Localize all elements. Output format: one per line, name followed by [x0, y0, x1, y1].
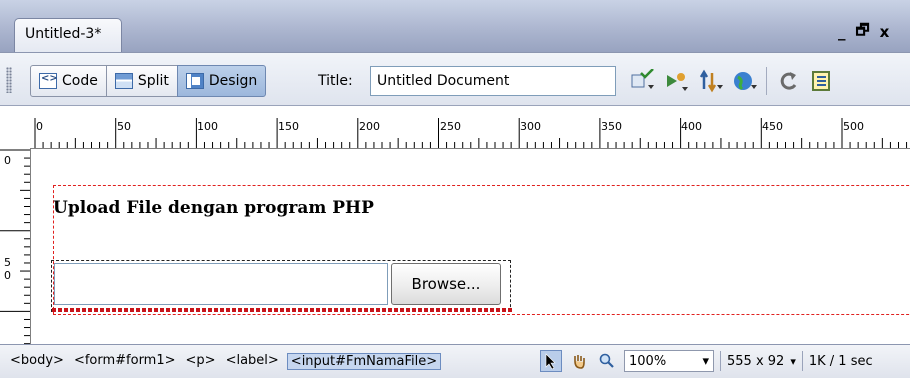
document-title-input[interactable] — [370, 66, 616, 96]
view-options-icon[interactable] — [805, 65, 839, 97]
status-bar: <body> <form#form1> <p> <label> <input#F… — [0, 344, 910, 378]
input-underline — [52, 308, 512, 312]
document-tab-bar: Untitled-3* _ 🗗 x — [0, 0, 910, 52]
design-canvas[interactable]: Upload File dengan program PHP Browse... — [31, 149, 910, 344]
ruler-label: 400 — [681, 120, 702, 133]
design-view-label: Design — [208, 73, 258, 89]
preview-browser-icon[interactable] — [660, 65, 694, 97]
ruler-label: 5 — [4, 256, 11, 269]
zoom-value: 100% — [629, 353, 667, 369]
browse-button[interactable]: Browse... — [391, 263, 501, 305]
close-icon[interactable]: x — [880, 23, 890, 41]
vertical-ruler: 0 5 0 — [0, 148, 31, 344]
ruler-label: 200 — [359, 120, 380, 133]
toolbar-separator — [766, 67, 767, 95]
status-tools: 100% ▾ 555 x 92 ▾ 1K / 1 sec — [540, 350, 873, 372]
tag-label[interactable]: <label> — [224, 353, 281, 370]
toolbar-icons — [626, 65, 839, 97]
hand-tool-icon[interactable] — [568, 350, 590, 372]
title-label: Title: — [318, 73, 353, 89]
refresh-design-icon[interactable] — [694, 65, 728, 97]
ruler-label: 100 — [197, 120, 218, 133]
ruler-label: 50 — [117, 120, 131, 133]
download-time-readout: 1K / 1 sec — [808, 353, 873, 369]
ruler-label: 450 — [762, 120, 783, 133]
status-separator — [801, 351, 803, 371]
chevron-down-icon[interactable]: ▾ — [790, 355, 796, 368]
window-size-readout[interactable]: 555 x 92 — [727, 354, 784, 369]
ruler-label: 0 — [36, 120, 43, 133]
ruler-label: 150 — [278, 120, 299, 133]
design-view-icon — [185, 73, 204, 89]
document-toolbar: Code Split Design Title: — [0, 52, 910, 106]
refresh-icon[interactable] — [771, 65, 805, 97]
page-heading[interactable]: Upload File dengan program PHP — [53, 198, 374, 218]
toolbar-grip[interactable] — [6, 67, 12, 93]
tag-input-selected[interactable]: <input#FmNamaFile> — [286, 353, 442, 370]
zoom-select[interactable]: 100% ▾ — [624, 350, 714, 372]
split-view-icon — [114, 73, 133, 89]
ruler-label: 500 — [843, 120, 864, 133]
select-tool-icon[interactable] — [540, 350, 562, 372]
ruler-label: 300 — [520, 120, 541, 133]
tag-body[interactable]: <body> — [8, 353, 66, 370]
split-view-button[interactable]: Split — [105, 65, 178, 97]
tag-p[interactable]: <p> — [184, 353, 218, 370]
split-view-label: Split — [137, 73, 169, 89]
ruler-label: 0 — [4, 154, 11, 167]
chevron-down-icon: ▾ — [702, 353, 709, 369]
tag-selector: <body> <form#form1> <p> <label> <input#F… — [8, 353, 442, 370]
globe-icon[interactable] — [728, 65, 762, 97]
status-separator — [720, 351, 721, 371]
ruler-label: 250 — [440, 120, 461, 133]
file-management-icon[interactable] — [626, 65, 660, 97]
ruler-label: 350 — [601, 120, 622, 133]
design-view-button[interactable]: Design — [176, 65, 267, 97]
ruler-label: 0 — [4, 269, 11, 282]
zoom-tool-icon[interactable] — [596, 350, 618, 372]
window-controls: _ 🗗 x — [838, 18, 910, 46]
file-path-input[interactable] — [54, 263, 388, 305]
code-view-icon — [39, 73, 58, 89]
tag-form[interactable]: <form#form1> — [72, 353, 178, 370]
code-view-label: Code — [62, 73, 98, 89]
horizontal-ruler: 0 50 100 150 200 250 300 350 400 450 500 — [0, 118, 910, 149]
view-mode-group: Code Split Design — [30, 65, 267, 97]
minimize-icon[interactable]: _ — [838, 23, 846, 41]
document-tab[interactable]: Untitled-3* — [14, 18, 122, 52]
code-view-button[interactable]: Code — [30, 65, 107, 97]
restore-icon[interactable]: 🗗 — [856, 20, 870, 45]
